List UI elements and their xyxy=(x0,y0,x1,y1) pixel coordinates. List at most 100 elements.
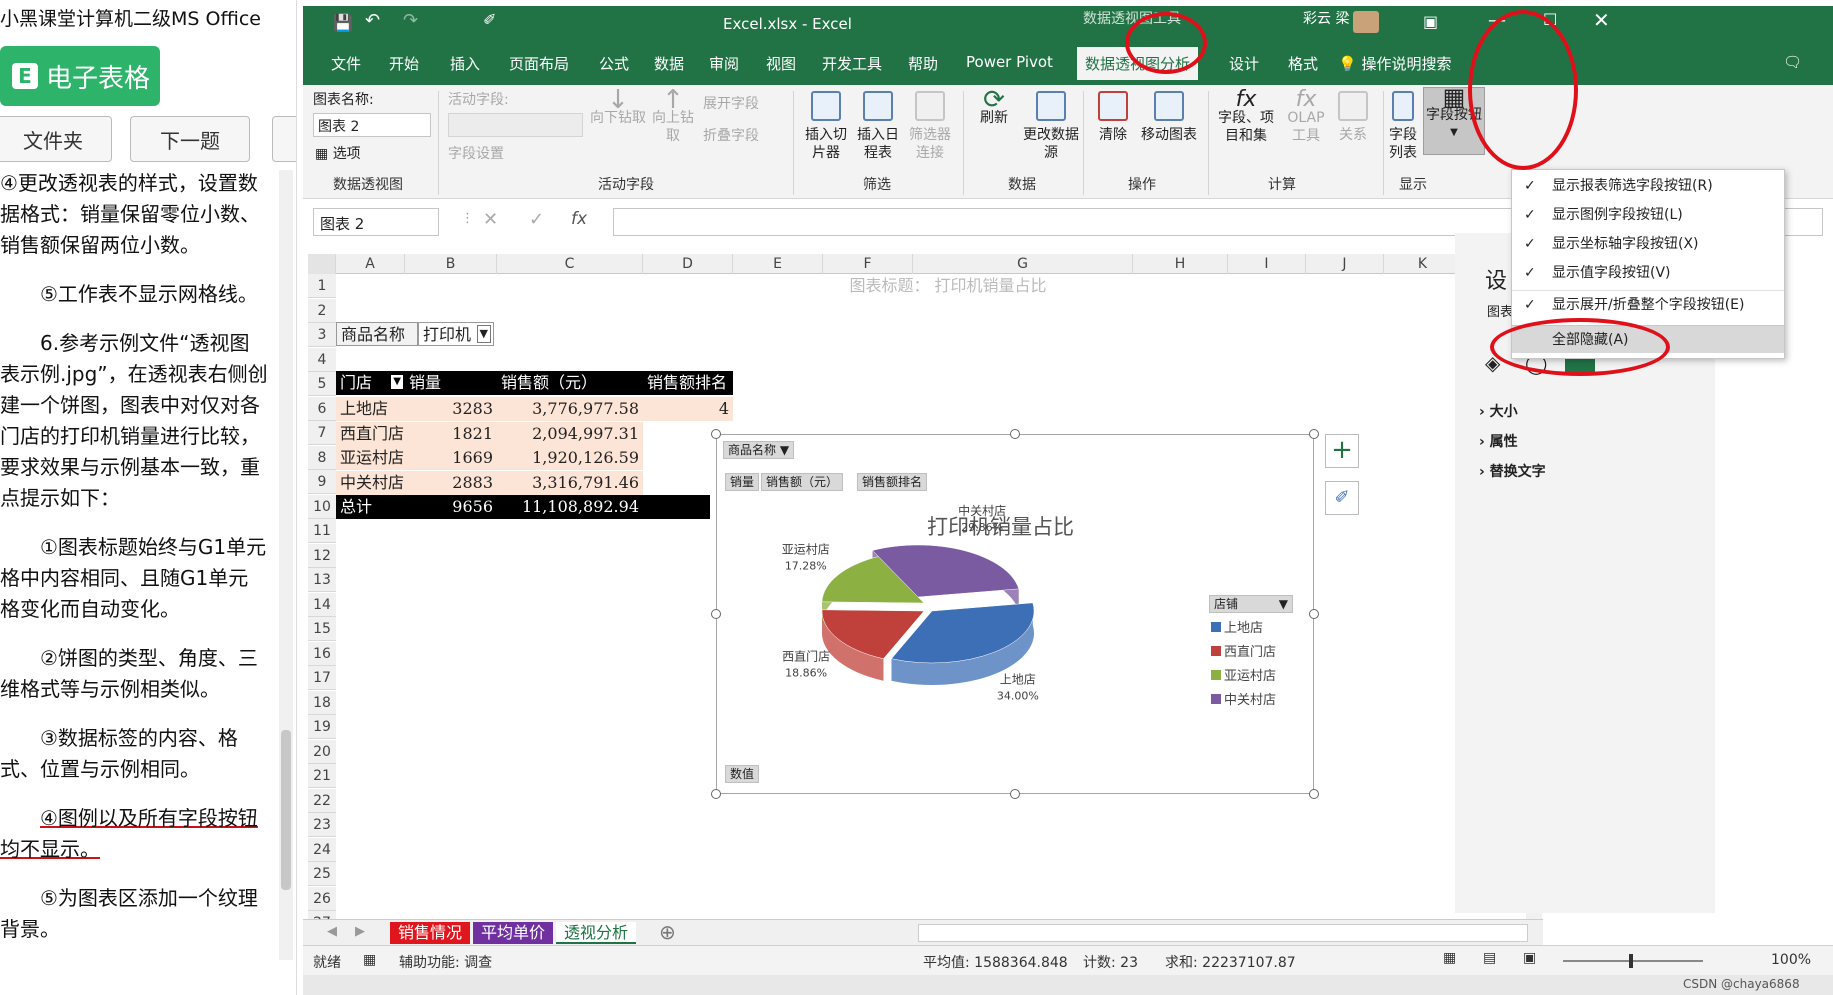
normal-view-icon[interactable]: ▦ xyxy=(1443,950,1456,966)
add-sheet-icon[interactable]: ⊕ xyxy=(659,920,676,944)
undo-icon[interactable]: ↶ xyxy=(365,10,380,31)
column-header[interactable]: A xyxy=(336,254,405,274)
column-header[interactable]: K xyxy=(1384,254,1462,274)
cell-g1[interactable]: 图表标题： 打印机销量占比 xyxy=(828,274,1068,298)
resize-handle[interactable] xyxy=(1010,789,1020,799)
row-header[interactable]: 7 xyxy=(308,421,336,445)
row-header[interactable]: 23 xyxy=(308,813,336,837)
column-header[interactable]: B xyxy=(405,254,497,274)
row-header[interactable]: 2 xyxy=(308,298,336,323)
field-settings-button[interactable]: 字段设置 xyxy=(448,145,504,163)
insert-slicer-button[interactable]: 插入切片器 xyxy=(803,91,849,162)
tab-layout[interactable]: 页面布局 xyxy=(509,53,569,74)
table-cell[interactable]: 1669 xyxy=(405,446,497,470)
resize-handle[interactable] xyxy=(1010,429,1020,439)
table-cell[interactable]: 1821 xyxy=(405,421,497,446)
alt-text-section[interactable]: › 替换文字 xyxy=(1479,461,1546,481)
row-header[interactable]: 12 xyxy=(308,543,336,568)
menu-item-value[interactable]: ✓ 显示值字段按钮(V) xyxy=(1512,259,1784,287)
row-header[interactable]: 24 xyxy=(308,837,336,862)
row-header[interactable]: 20 xyxy=(308,739,336,764)
row-header[interactable]: 26 xyxy=(308,886,336,911)
cancel-icon[interactable]: ✕ xyxy=(483,209,498,230)
tab-help[interactable]: 帮助 xyxy=(908,53,938,74)
filter-connections-button[interactable]: 筛选器连接 xyxy=(907,91,953,162)
column-header[interactable]: C xyxy=(497,254,643,274)
row-header[interactable]: 22 xyxy=(308,788,336,813)
folder-button[interactable]: 文件夹 xyxy=(0,116,112,162)
macro-icon[interactable]: ▦ xyxy=(363,952,376,968)
tab-file[interactable]: 文件 xyxy=(331,53,361,74)
tab-home[interactable]: 开始 xyxy=(389,53,419,74)
tab-powerpivot[interactable]: Power Pivot xyxy=(966,53,1053,71)
tab-insert[interactable]: 插入 xyxy=(450,53,480,74)
table-cell[interactable]: 西直门店 xyxy=(336,421,405,446)
tab-developer[interactable]: 开发工具 xyxy=(822,53,882,74)
table-cell[interactable]: 1,920,126.59 xyxy=(497,446,643,470)
chart-name-input[interactable]: 图表 2 xyxy=(313,113,431,137)
row-header[interactable]: 9 xyxy=(308,470,336,494)
resize-handle[interactable] xyxy=(711,429,721,439)
column-header[interactable]: D xyxy=(643,254,733,274)
move-chart-button[interactable]: 移动图表 xyxy=(1139,91,1199,144)
accessibility-status[interactable]: 辅助功能: 调查 xyxy=(399,952,492,972)
fields-items-button[interactable]: fx 字段、项目和集 xyxy=(1215,89,1277,145)
row-header[interactable]: 13 xyxy=(308,568,336,592)
resize-handle[interactable] xyxy=(1309,789,1319,799)
field-list-button[interactable]: 字段列表 xyxy=(1389,91,1417,162)
row-header[interactable]: 19 xyxy=(308,715,336,739)
insert-function-icon[interactable]: fx xyxy=(571,209,587,229)
redo-icon[interactable]: ↷ xyxy=(403,10,418,31)
tab-review[interactable]: 审阅 xyxy=(709,53,739,74)
page-layout-icon[interactable]: ▤ xyxy=(1483,950,1496,966)
dropdown-icon[interactable]: ▼ xyxy=(391,375,403,389)
name-box[interactable]: 图表 2 xyxy=(313,208,439,236)
chart-elements-plus-icon[interactable]: + xyxy=(1325,434,1359,468)
sheet-tab[interactable]: 平均单价 xyxy=(473,922,554,944)
active-field-input[interactable] xyxy=(448,113,583,137)
enter-icon[interactable]: ✓ xyxy=(529,209,544,230)
resize-handle[interactable] xyxy=(1309,609,1319,619)
drill-up-button[interactable]: ↑ 向上钻取 xyxy=(648,87,698,145)
extra-button[interactable] xyxy=(272,116,296,162)
table-cell[interactable]: 3,776,977.58 xyxy=(497,397,643,421)
scroll-thumb[interactable] xyxy=(281,730,291,890)
olap-tools-button[interactable]: fx OLAP工具 xyxy=(1283,89,1329,145)
row-header[interactable]: 17 xyxy=(308,666,336,690)
menu-item-expand-collapse[interactable]: ✓ 显示展开/折叠整个字段按钮(E) xyxy=(1512,290,1784,318)
column-header[interactable]: F xyxy=(823,254,913,274)
prev-sheet-icon[interactable]: ◀ xyxy=(327,924,337,939)
collapse-field-button[interactable]: 折叠字段 xyxy=(703,127,759,145)
row-header[interactable]: 21 xyxy=(308,764,336,788)
row-header[interactable]: 8 xyxy=(308,445,336,470)
row-header[interactable]: 4 xyxy=(308,347,336,372)
row-header[interactable]: 14 xyxy=(308,592,336,617)
avatar[interactable] xyxy=(1353,11,1379,33)
size-section[interactable]: › 大小 xyxy=(1479,401,1518,421)
menu-item-report-filter[interactable]: ✓ 显示报表筛选字段按钮(R) xyxy=(1512,172,1784,200)
row-header[interactable]: 3 xyxy=(308,323,336,347)
column-header[interactable]: H xyxy=(1133,254,1228,274)
resize-handle[interactable] xyxy=(711,609,721,619)
chart-styles-brush-icon[interactable]: ✐ xyxy=(1325,481,1359,515)
tab-format[interactable]: 格式 xyxy=(1288,53,1318,74)
table-cell[interactable]: 3283 xyxy=(405,397,497,421)
relationships-button[interactable]: 关系 xyxy=(1333,91,1373,144)
sheet-tab-active[interactable]: 透视分析 xyxy=(556,922,637,944)
next-sheet-icon[interactable]: ▶ xyxy=(355,924,365,939)
table-cell[interactable]: 2883 xyxy=(405,470,497,495)
table-cell[interactable]: 3,316,791.46 xyxy=(497,470,643,495)
legend-entry[interactable]: 西直门店 xyxy=(1211,641,1301,665)
tab-formulas[interactable]: 公式 xyxy=(599,53,629,74)
row-header[interactable]: 16 xyxy=(308,641,336,666)
zoom-slider[interactable] xyxy=(1563,954,1703,968)
table-cell[interactable]: 中关村店 xyxy=(336,470,405,495)
header-cell[interactable]: 门店 ▼ xyxy=(336,371,405,395)
sheet-tab[interactable]: 销售情况 xyxy=(390,922,471,944)
options-button[interactable]: ▦ 选项 xyxy=(315,145,361,163)
tab-data[interactable]: 数据 xyxy=(654,53,684,74)
row-header[interactable]: 10 xyxy=(308,494,336,519)
row-header[interactable]: 1 xyxy=(308,274,336,298)
zoom-thumb[interactable] xyxy=(1629,954,1633,968)
table-cell[interactable]: 亚运村店 xyxy=(336,446,405,470)
